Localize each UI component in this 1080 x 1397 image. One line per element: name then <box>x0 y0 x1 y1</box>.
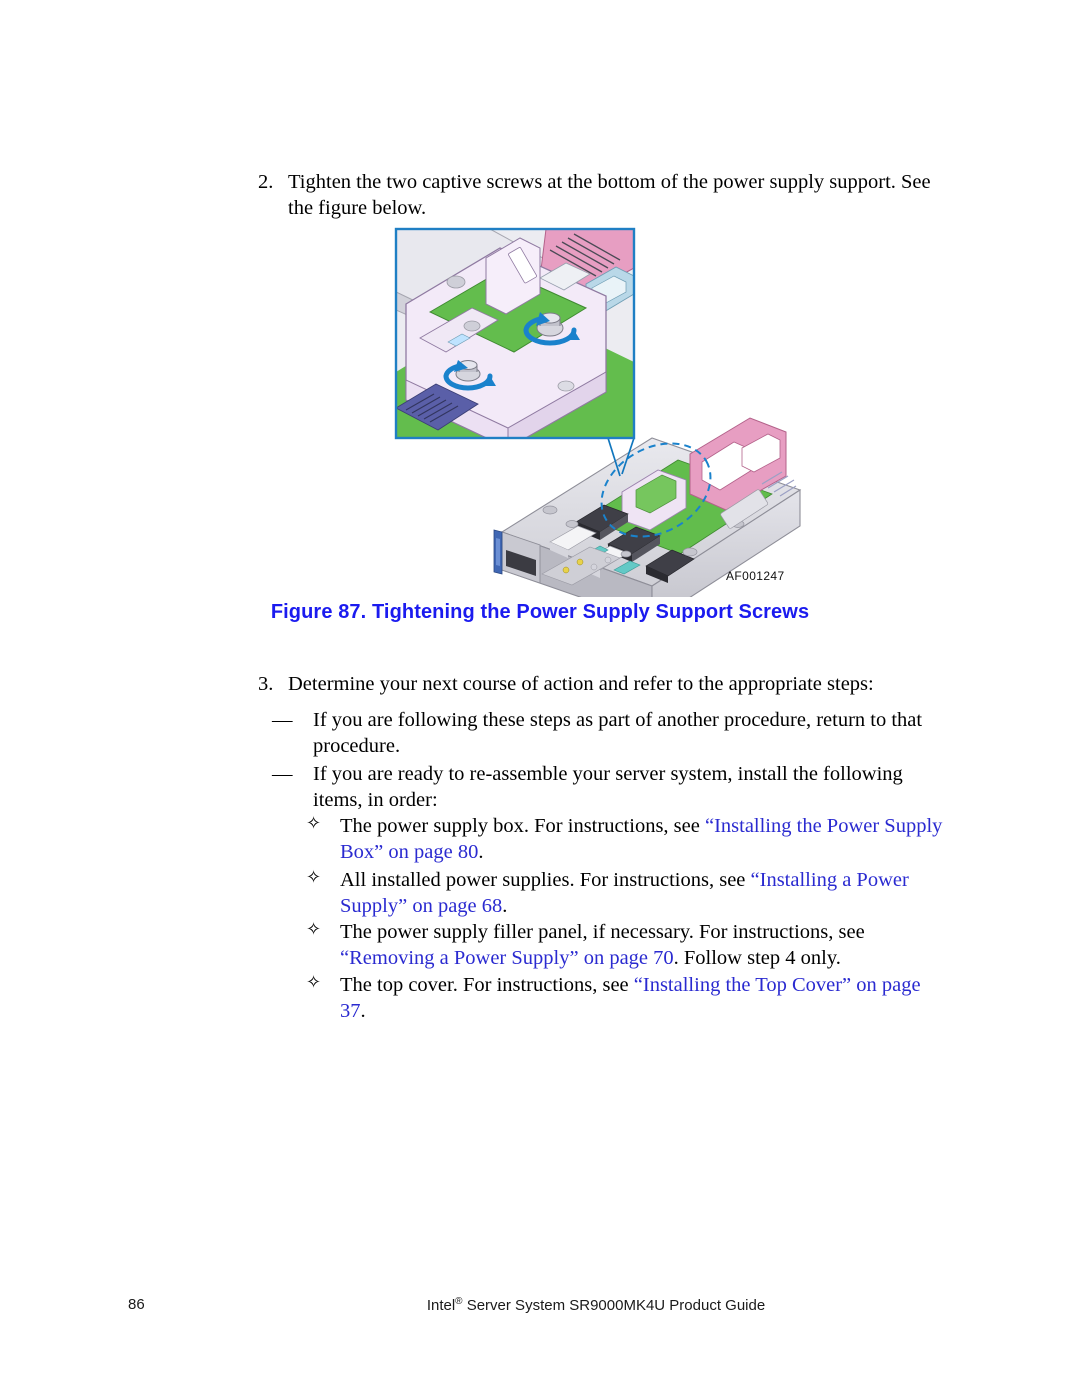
bullet-lead-text: The power supply box. For instructions, … <box>340 815 705 837</box>
step-number: 3. <box>258 673 274 695</box>
bullet-tail-text: . <box>478 840 484 863</box>
bullet-lead-text: The top cover. For instructions, see <box>340 974 634 996</box>
dash-marker: — <box>272 709 293 731</box>
diamond-bullet-text: The top cover. For instructions, see “In… <box>340 973 944 1025</box>
footer-document-title: Intel® Server System SR9000MK4U Product … <box>0 1296 1080 1314</box>
dash-bullet-item: — If you are following these steps as pa… <box>272 708 944 760</box>
diamond-bullet-item: ✧ All installed power supplies. For inst… <box>306 867 944 920</box>
detail-callout-box <box>394 227 636 440</box>
dash-bullet-text: If you are ready to re-assemble your ser… <box>313 763 903 811</box>
diamond-bullet-item: ✧ The power supply box. For instructions… <box>306 813 944 866</box>
figure-caption: Figure 87. Tightening the Power Supply S… <box>270 601 810 623</box>
diamond-bullet-icon: ✧ <box>306 919 322 940</box>
diamond-bullet-item: ✧ The top cover. For instructions, see “… <box>306 972 944 1025</box>
diamond-bullet-icon: ✧ <box>306 813 322 834</box>
document-page: 2. Tighten the two captive screws at the… <box>0 0 1080 1397</box>
bullet-tail-text: . Follow step 4 only. <box>673 946 841 969</box>
bullet-tail-text: . <box>502 894 508 917</box>
step-item-3: 3. Determine your next course of action … <box>258 672 944 698</box>
diamond-bullet-text: All installed power supplies. For instru… <box>340 868 944 920</box>
footer-title-rest: Server System SR9000MK4U Product Guide <box>462 1297 766 1314</box>
step-text: Determine your next course of action and… <box>288 673 874 695</box>
bullet-lead-text: The power supply filler panel, if necess… <box>340 921 865 943</box>
cross-reference-link[interactable]: “Removing a Power Supply” on page 70 <box>340 947 674 969</box>
bullet-lead-text: All installed power supplies. For instru… <box>340 869 751 891</box>
diamond-bullet-item: ✧ The power supply filler panel, if nece… <box>306 919 944 972</box>
step-text: Tighten the two captive screws at the bo… <box>288 171 931 219</box>
step-item-2: 2. Tighten the two captive screws at the… <box>258 170 944 222</box>
bullet-tail-text: . <box>360 999 366 1022</box>
dash-bullet-text: If you are following these steps as part… <box>313 709 923 757</box>
dash-marker: — <box>272 763 293 785</box>
registered-trademark-icon: ® <box>455 1296 463 1307</box>
diamond-bullet-text: The power supply box. For instructions, … <box>340 814 944 866</box>
artwork-id-label: AF001247 <box>726 569 785 583</box>
diamond-bullet-icon: ✧ <box>306 867 322 888</box>
diamond-bullet-text: The power supply filler panel, if necess… <box>340 920 944 972</box>
step-number: 2. <box>258 171 274 193</box>
dash-bullet-item: — If you are ready to re-assemble your s… <box>272 762 944 814</box>
diamond-bullet-icon: ✧ <box>306 972 322 993</box>
footer-brand: Intel <box>426 1297 456 1314</box>
figure-illustration: AF001247 <box>390 222 810 597</box>
